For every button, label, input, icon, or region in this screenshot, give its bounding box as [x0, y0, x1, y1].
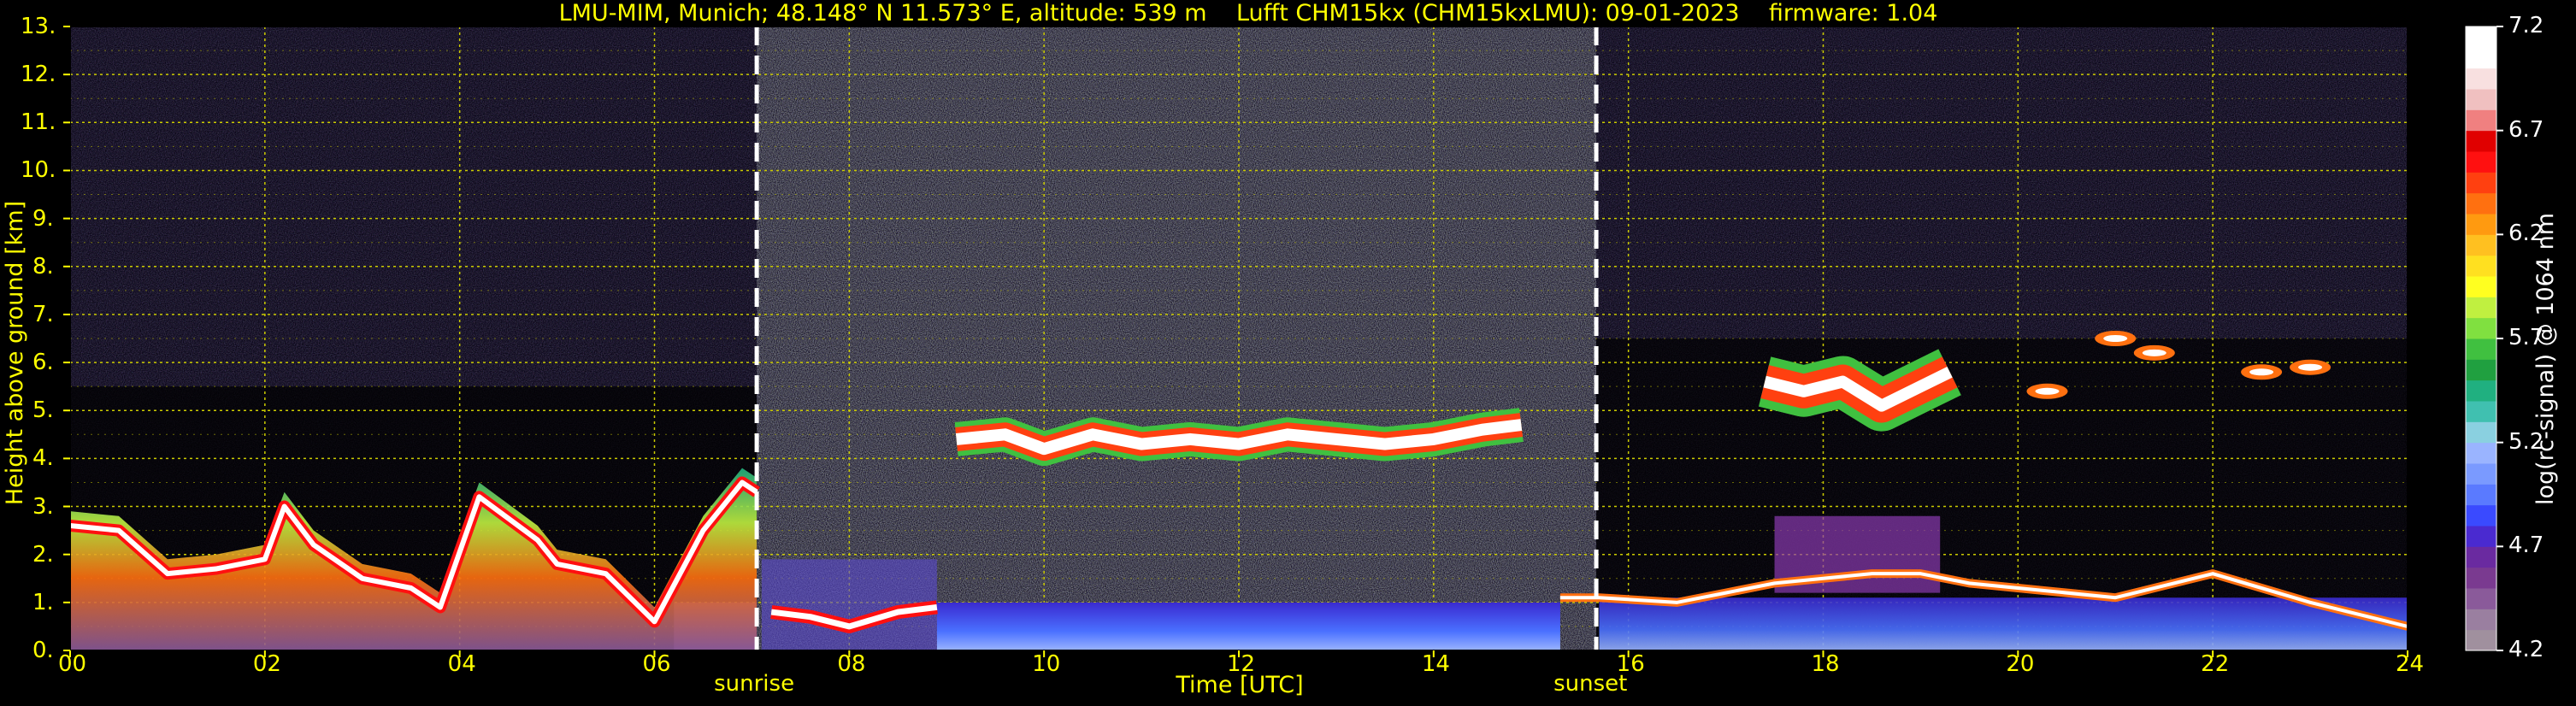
colorbar-segment-29 [2466, 26, 2496, 48]
colorbar-segment-24 [2466, 130, 2496, 152]
colorbar-segment-20 [2466, 214, 2496, 235]
colorbar-segment-0 [2466, 629, 2496, 651]
colorbar-segment-1 [2466, 609, 2496, 631]
colorbar-segment-17 [2466, 276, 2496, 297]
colorbar-segment-7 [2466, 484, 2496, 506]
colorbar-tick-label: 7.2 [2508, 13, 2544, 38]
colorbar-segment-22 [2466, 172, 2496, 194]
colorbar-title: log(rc-signal) @ 1064 nm [2532, 212, 2559, 506]
colorbar-tick-label: 6.7 [2508, 116, 2544, 143]
colorbar-tick-label: 4.7 [2508, 532, 2544, 559]
colorbar-segment-14 [2466, 338, 2496, 360]
colorbar-segment-11 [2466, 401, 2496, 422]
colorbar-segment-28 [2466, 47, 2496, 69]
colorbar-segment-15 [2466, 317, 2496, 339]
colorbar-segment-23 [2466, 151, 2496, 173]
colorbar [2465, 26, 2503, 651]
colorbar-segment-13 [2466, 359, 2496, 381]
colorbar-segment-4 [2466, 546, 2496, 568]
colorbar-segment-19 [2466, 234, 2496, 256]
colorbar-segment-10 [2466, 421, 2496, 444]
colorbar-segment-8 [2466, 463, 2496, 485]
colorbar-segment-9 [2466, 442, 2496, 464]
colorbar-segment-6 [2466, 504, 2496, 527]
colorbar-segment-21 [2466, 192, 2496, 215]
colorbar-segment-5 [2466, 526, 2496, 547]
colorbar-segment-2 [2466, 588, 2496, 609]
colorbar-segment-27 [2466, 68, 2496, 90]
colorbar-segment-26 [2466, 89, 2496, 110]
colorbar-segment-16 [2466, 297, 2496, 319]
colorbar-segment-12 [2466, 379, 2496, 402]
colorbar-segment-25 [2466, 109, 2496, 132]
colorbar-segment-3 [2466, 567, 2496, 589]
colorbar-segment-18 [2466, 255, 2496, 277]
colorbar-tick-label: 4.2 [2508, 637, 2544, 662]
